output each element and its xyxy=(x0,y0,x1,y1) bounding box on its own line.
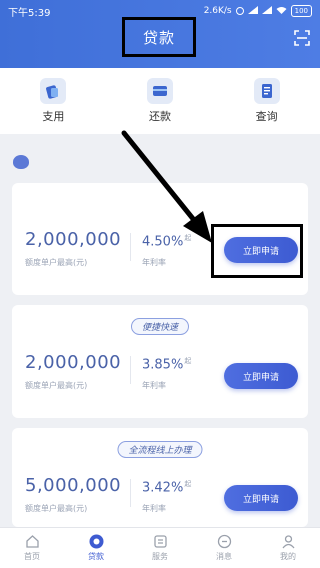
money-bag-icon xyxy=(13,155,29,169)
tab-service[interactable]: 服务 xyxy=(132,534,188,562)
loan-card-2: 便捷快速 2,000,000 额度单户最高(元) 3.85%起 年利率 立即申请 xyxy=(12,305,308,418)
tab-label: 服务 xyxy=(152,552,168,561)
page-title-text: 贷款 xyxy=(142,28,175,47)
card-icon xyxy=(146,78,173,104)
annotation-highlight-box xyxy=(211,224,303,278)
wifi-icon xyxy=(276,6,287,17)
service-icon xyxy=(153,535,167,548)
tab-label: 贷款 xyxy=(88,552,104,561)
wallet-card-icon xyxy=(40,78,67,104)
home-icon xyxy=(25,535,39,548)
quicknav-item-query[interactable]: 查询 xyxy=(232,78,302,124)
loan-amount-label: 额度单户最高(元) xyxy=(25,258,88,267)
loan-rate-suffix: 起 xyxy=(184,234,192,242)
tab-message[interactable]: 消息 xyxy=(196,534,252,562)
loan-card-3: 全流程线上办理 5,000,000 额度单户最高(元) 3.42%起 年利率 立… xyxy=(12,428,308,527)
page-title: 贷款 xyxy=(122,17,196,57)
divider xyxy=(130,233,131,261)
loan-tag: 全流程线上办理 xyxy=(117,441,203,458)
loan-rate-value: 4.50% xyxy=(142,234,184,250)
tab-label: 我的 xyxy=(280,552,296,561)
loan-rate-suffix: 起 xyxy=(184,357,192,365)
loan-rate-suffix: 起 xyxy=(184,480,192,488)
loan-rate: 3.42%起 xyxy=(142,479,191,495)
loan-rate: 4.50%起 xyxy=(142,233,191,249)
status-icons: 2.6K/s 100 xyxy=(204,5,312,17)
apply-button[interactable]: 立即申请 xyxy=(224,363,298,389)
tab-loan[interactable]: 贷款 xyxy=(68,534,124,562)
tab-home[interactable]: 首页 xyxy=(4,534,60,562)
tab-label: 首页 xyxy=(24,552,40,561)
loan-amount: 2,000,000 xyxy=(25,229,122,250)
quicknav-label: 查询 xyxy=(255,110,278,123)
loan-rate-label: 年利率 xyxy=(142,258,166,267)
profile-icon xyxy=(281,535,295,549)
network-speed: 2.6K/s xyxy=(203,6,232,16)
battery-icon: 100 xyxy=(290,5,312,17)
loan-rate-label: 年利率 xyxy=(142,504,166,513)
divider xyxy=(130,356,131,384)
loan-tag: 便捷快速 xyxy=(130,318,190,335)
divider xyxy=(130,479,131,507)
loan-amount: 2,000,000 xyxy=(25,352,122,373)
tab-label: 消息 xyxy=(216,552,232,561)
scan-icon[interactable] xyxy=(294,30,310,46)
bottom-tab-bar: 首页 贷款 服务 消息 我的 xyxy=(0,527,320,568)
document-icon xyxy=(253,78,280,104)
loan-amount-label: 额度单户最高(元) xyxy=(25,504,88,513)
loan-rate-label: 年利率 xyxy=(142,381,166,390)
quicknav-label: 支用 xyxy=(42,110,65,123)
tab-profile[interactable]: 我的 xyxy=(260,534,316,562)
app-header: 下午5:39 2.6K/s 100 贷款 xyxy=(0,0,320,68)
message-icon xyxy=(217,534,231,549)
signal-icon xyxy=(247,5,258,17)
loan-amount: 5,000,000 xyxy=(25,475,122,496)
quicknav-item-repay[interactable]: 还款 xyxy=(125,78,195,124)
loan-rate-value: 3.85% xyxy=(142,357,184,373)
loan-rate: 3.85%起 xyxy=(142,356,191,372)
loan-icon xyxy=(89,534,103,549)
loan-amount-label: 额度单户最高(元) xyxy=(25,381,88,390)
signal-icon-2 xyxy=(261,5,272,17)
apply-button[interactable]: 立即申请 xyxy=(224,485,298,511)
quick-nav: 支用 还款 查询 xyxy=(0,68,320,134)
quicknav-item-withdraw[interactable]: 支用 xyxy=(18,78,88,124)
status-time: 下午5:39 xyxy=(8,7,51,19)
alarm-icon xyxy=(235,7,244,15)
quicknav-label: 还款 xyxy=(148,110,171,123)
loan-rate-value: 3.42% xyxy=(142,480,184,496)
